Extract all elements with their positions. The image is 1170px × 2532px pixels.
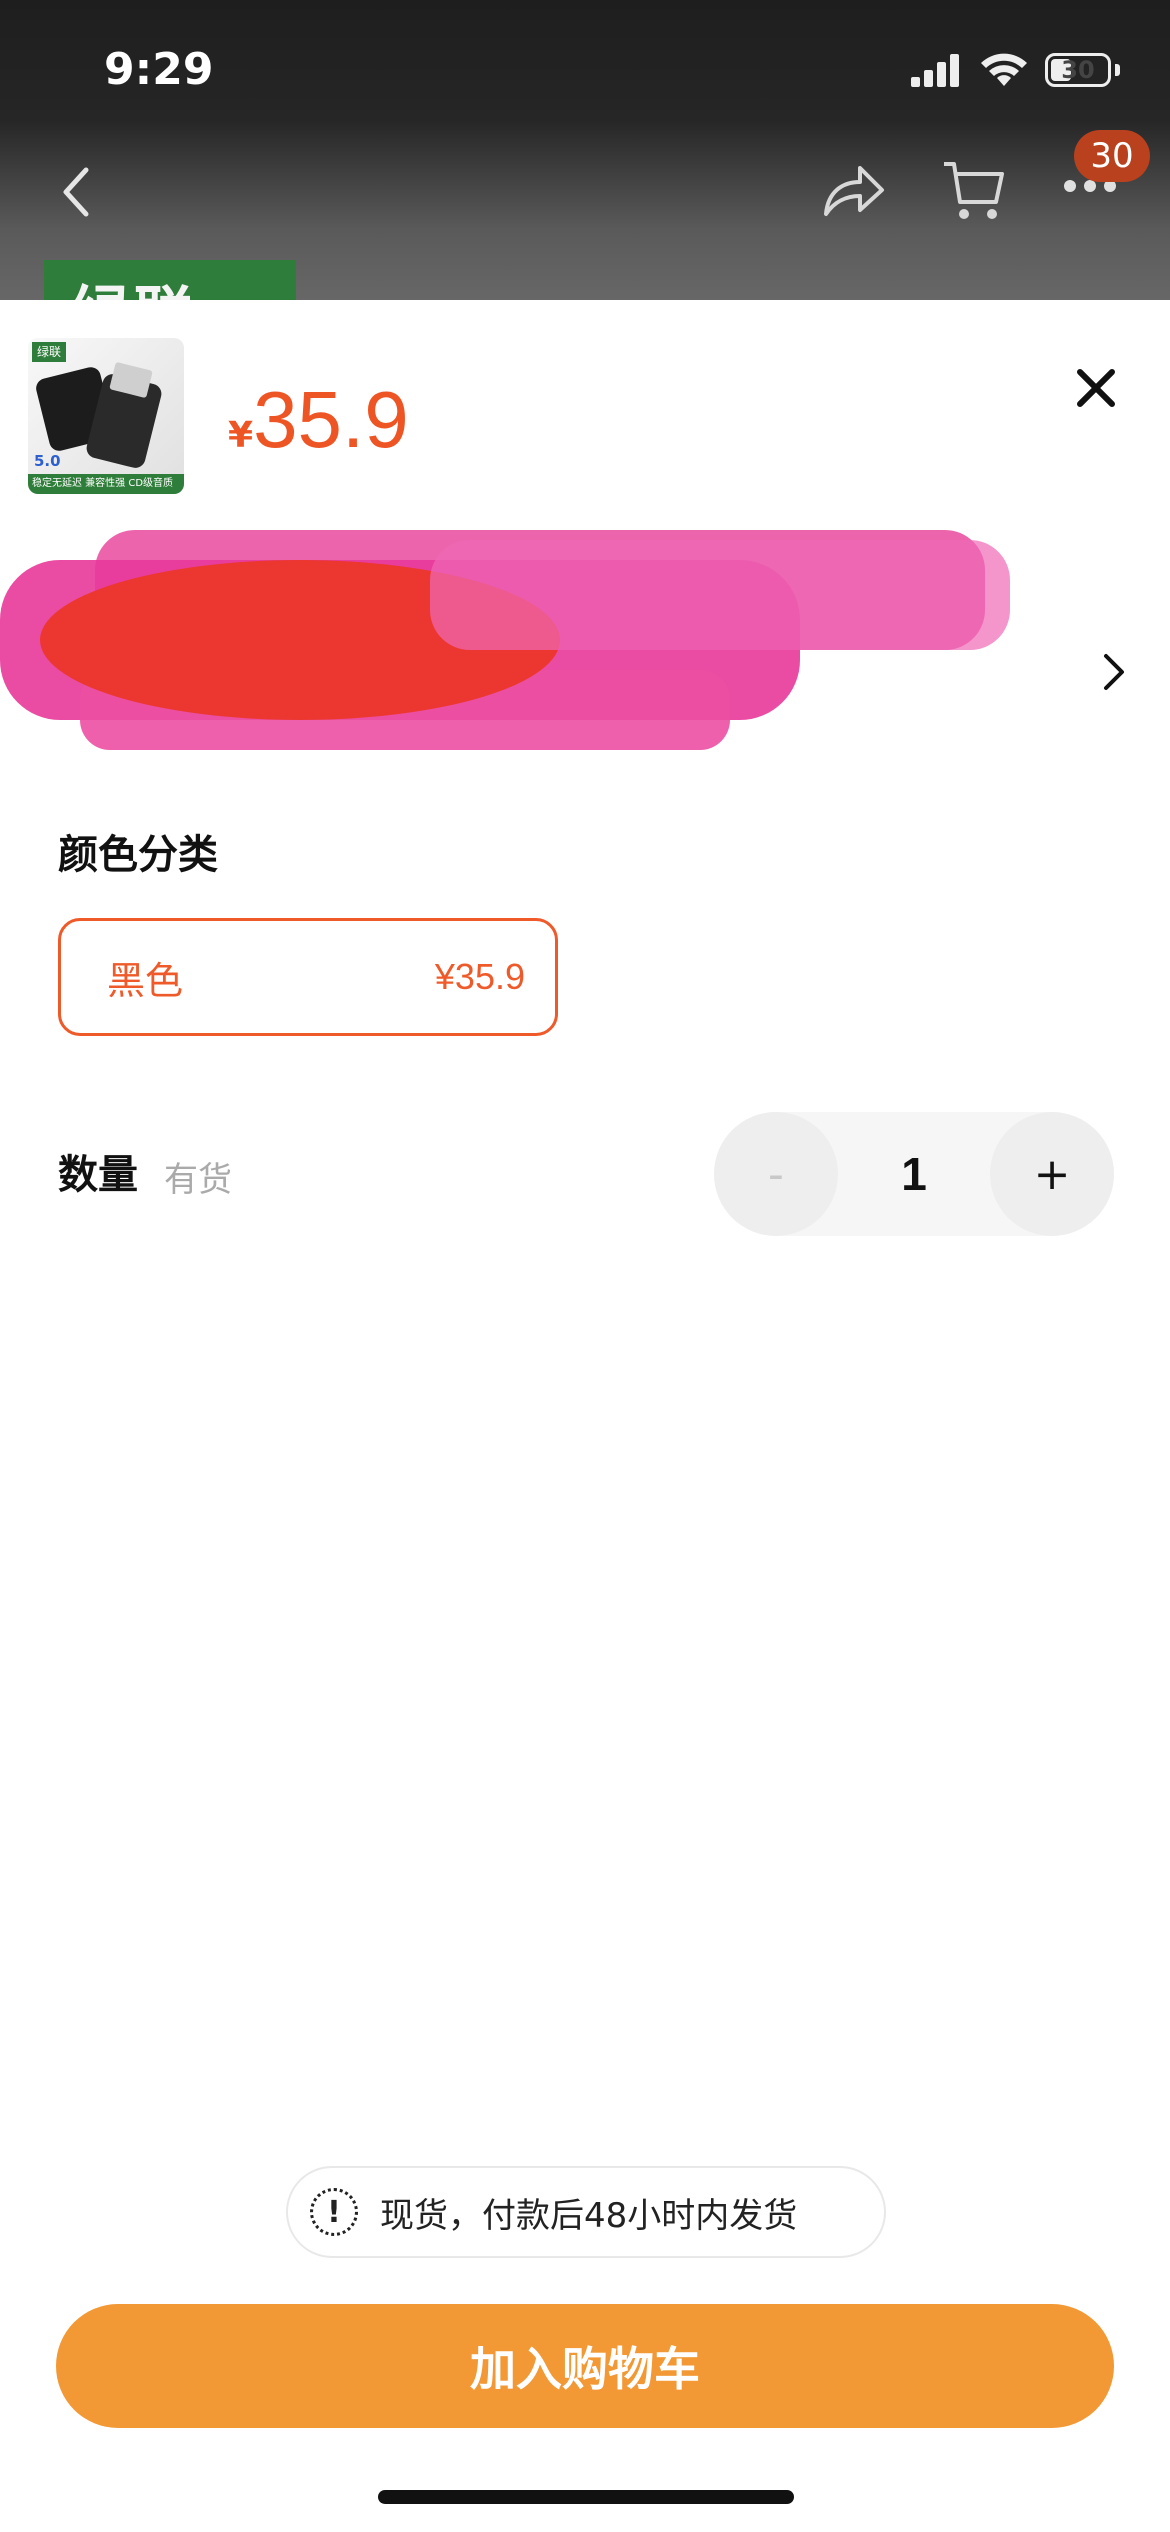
- quantity-stepper: - 1 +: [714, 1112, 1114, 1236]
- close-icon: [1077, 369, 1115, 407]
- variant-option-price: ¥35.9: [434, 956, 525, 997]
- signal-icon: [911, 54, 959, 87]
- quantity-label: 数量: [58, 1152, 138, 1198]
- status-icons: 30: [911, 52, 1120, 88]
- quantity-value[interactable]: 1: [901, 1147, 927, 1201]
- more-dot-icon: [1084, 180, 1096, 192]
- status-time: 9:29: [104, 44, 214, 95]
- decrement-button[interactable]: -: [714, 1112, 838, 1236]
- chevron-right-icon: [1104, 654, 1124, 690]
- variant-option-black[interactable]: 黑色 ¥35.9: [58, 918, 558, 1036]
- address-chevron-button[interactable]: [1100, 650, 1128, 698]
- share-button[interactable]: [820, 160, 886, 224]
- increment-button[interactable]: +: [990, 1112, 1114, 1236]
- shipping-notice: ! 现货，付款后48小时内发货: [286, 2166, 886, 2258]
- notification-badge: 30: [1074, 130, 1150, 182]
- close-button[interactable]: [1072, 364, 1120, 416]
- shipping-notice-text: 现货，付款后48小时内发货: [380, 2195, 798, 2236]
- product-thumbnail[interactable]: 绿联 5.0 稳定无延迟 兼容性强 CD级音质: [28, 338, 184, 494]
- battery-tip: [1115, 64, 1120, 76]
- price-value: 35.9: [253, 375, 409, 464]
- chevron-left-icon: [63, 167, 89, 217]
- currency-symbol: ¥: [228, 415, 254, 456]
- share-icon: [824, 166, 884, 216]
- battery-icon: 30: [1045, 53, 1111, 87]
- thumbnail-tagline: 稳定无延迟 兼容性强 CD级音质: [28, 474, 184, 494]
- more-dot-icon: [1064, 180, 1076, 192]
- variant-section-title: 颜色分类: [58, 832, 218, 878]
- add-to-cart-button[interactable]: 加入购物车: [56, 2304, 1114, 2428]
- wifi-icon: [981, 53, 1027, 86]
- product-price: ¥35.9: [228, 374, 409, 466]
- thumbnail-rating: 5.0: [34, 452, 61, 470]
- cart-icon: [944, 162, 1004, 219]
- battery-level: 30: [1061, 56, 1095, 84]
- redacted-address-area: [0, 530, 1010, 750]
- home-indicator[interactable]: [378, 2490, 794, 2504]
- warning-icon: !: [310, 2188, 358, 2236]
- thumbnail-brand: 绿联: [32, 342, 66, 362]
- back-button[interactable]: [56, 162, 96, 226]
- cart-button[interactable]: [940, 156, 1006, 228]
- stock-status: 有货: [164, 1160, 232, 1200]
- variant-option-name: 黑色: [107, 958, 184, 1003]
